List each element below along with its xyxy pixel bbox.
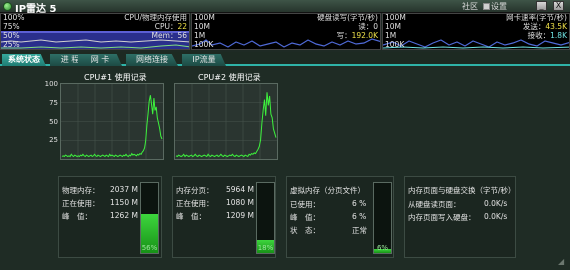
net-send-label: 发送： (522, 22, 546, 31)
virtual-used-value: 6 % (352, 199, 367, 208)
net-recv-value: 1.8K (550, 31, 567, 40)
tab-system-status[interactable]: 系统状态 (2, 54, 46, 66)
mini-disk-scale-1m: 1M (194, 31, 206, 40)
cpu2-chart-title: CPU#2 使用记录 (198, 73, 261, 82)
cpu1-plot (61, 84, 163, 159)
cpu1-tick-50: 50 (49, 118, 58, 126)
disk-write-value: 192.0K (351, 31, 378, 40)
mini-disk-scale-100k: 100K (194, 40, 214, 49)
mini-net-title: 网卡速率(字节/秒) (506, 13, 567, 22)
cpu1-chart-title: CPU#1 使用记录 (84, 73, 147, 82)
close-button[interactable]: X (553, 1, 564, 11)
mini-cpu-memory-graph: 100% 75% 50% 25% CPU/物理内存使用 CPU：22 Mem：5… (0, 13, 190, 50)
cpu2-chart (174, 83, 278, 160)
settings-icon (483, 3, 490, 10)
paging-used-label: 正在使用： (176, 199, 214, 208)
virtual-state-label: 状 态： (290, 226, 320, 235)
cpu1-tick-25: 25 (49, 136, 58, 144)
mini-cpu-scale-50: 50% (3, 31, 20, 40)
tab-bar: 系统状态 进 程 网 卡 网络连接 IP流量 (0, 52, 570, 66)
phys-used-value: 1150 M (110, 198, 138, 207)
cpu2-plot (175, 84, 277, 159)
minimize-button[interactable]: _ (536, 1, 547, 11)
cpu-value: 22 (177, 22, 187, 31)
mini-net-scale-1m: 1M (385, 31, 397, 40)
cpu-label: CPU： (154, 22, 178, 31)
phys-total-value: 2037 M (110, 185, 138, 194)
phys-gauge-percent: 56% (141, 244, 158, 252)
virtual-state-value: 正常 (352, 226, 367, 235)
paging-gauge-percent: 18% (257, 244, 274, 252)
tab-network-card[interactable]: 网 卡 (78, 54, 122, 66)
mini-disk-graph: 100M 10M 1M 100K 硬盘读写(字节/秒) 读：0 写：192.0K (191, 13, 381, 50)
swap-read-value: 0.0K/s (484, 199, 508, 208)
virtual-peak-label: 峰 值： (290, 213, 320, 222)
mini-disk-title: 硬盘读写(字节/秒) (317, 13, 378, 22)
paging-total-label: 内存分页： (176, 186, 214, 195)
mini-network-graph: 100M 10M 1M 100K 网卡速率(字节/秒) 发送：43.5K 接收：… (382, 13, 570, 50)
mini-cpu-scale-100: 100% (3, 13, 25, 22)
swap-read-label: 从硬盘读页面： (408, 200, 461, 209)
mini-cpu-title: CPU/物理内存使用 (124, 13, 187, 22)
swap-write-label: 内存页面写入硬盘： (408, 213, 476, 222)
cpu1-tick-75: 75 (49, 99, 58, 107)
paging-peak-label: 峰 值： (176, 212, 206, 221)
settings-label: 设置 (491, 2, 507, 11)
phys-peak-label: 峰 值： (62, 212, 92, 221)
virtual-gauge: 6% (373, 182, 392, 254)
mem-value: 56 (177, 31, 187, 40)
paging-gauge: 18% (256, 182, 275, 254)
mini-cpu-scale-75: 75% (3, 22, 20, 31)
mini-net-scale-100m: 100M (385, 13, 406, 22)
mem-label: Mem： (151, 31, 178, 40)
cpu1-chart (60, 83, 164, 160)
paging-used-value: 1080 M (226, 198, 254, 207)
virtual-title: 虚拟内存（分页文件） (290, 186, 365, 195)
cpu1-tick-100: 100 (44, 80, 58, 88)
resize-grip-icon[interactable]: ◢ (558, 257, 568, 267)
disk-read-value: 0 (373, 22, 378, 31)
phys-memory-gauge: 56% (140, 182, 159, 254)
phys-peak-value: 1262 M (110, 211, 138, 220)
mini-cpu-scale-25: 25% (3, 40, 20, 49)
net-recv-label: 接收： (527, 31, 551, 40)
mini-disk-scale-10m: 10M (194, 22, 211, 31)
community-link[interactable]: 社区 (462, 1, 478, 12)
paging-peak-value: 1209 M (226, 211, 254, 220)
tab-ip-traffic[interactable]: IP流量 (182, 54, 226, 66)
mini-net-scale-10m: 10M (385, 22, 402, 31)
paging-total-value: 5964 M (226, 185, 254, 194)
phys-used-label: 正在使用： (62, 199, 100, 208)
mini-disk-scale-100m: 100M (194, 13, 215, 22)
swap-write-value: 0.0K/s (484, 212, 508, 221)
mini-net-scale-100k: 100K (385, 40, 405, 49)
swap-title: 内存页面与硬盘交换（字节/秒） (408, 186, 516, 195)
app-logo-icon (3, 2, 12, 11)
virtual-peak-value: 6 % (352, 212, 367, 221)
net-send-value: 43.5K (545, 22, 567, 31)
disk-read-label: 读： (358, 22, 374, 31)
settings-button[interactable]: 设置 (483, 1, 507, 12)
title-bar: IP雷达 5 社区 设置 _ X (0, 0, 570, 15)
virtual-gauge-percent: 6% (376, 244, 389, 252)
virtual-used-label: 已使用： (290, 200, 320, 209)
phys-total-label: 物理内存： (62, 186, 100, 195)
disk-write-label: 写： (336, 31, 352, 40)
tab-connections[interactable]: 网络连接 (126, 54, 178, 66)
